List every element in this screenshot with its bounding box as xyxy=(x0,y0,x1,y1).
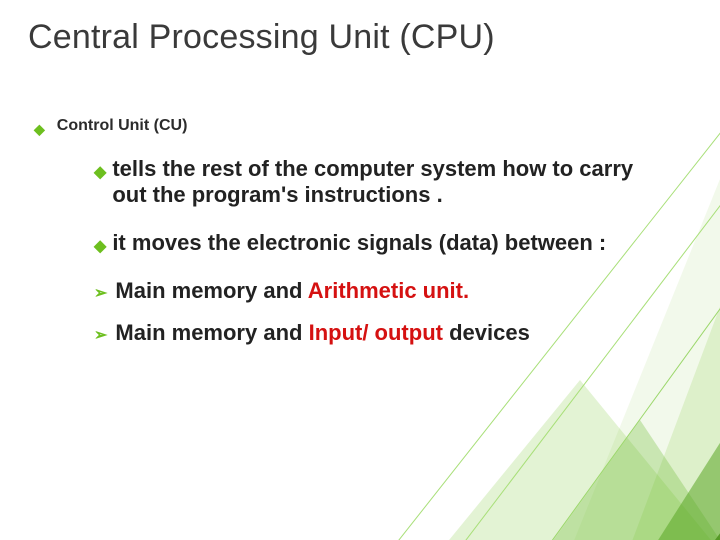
item4-mid: and xyxy=(263,320,308,345)
item3-prefix: Main memory xyxy=(115,278,257,303)
bullet-level2-item: ◆ it moves the electronic signals (data)… xyxy=(94,230,654,256)
diamond-bullet-icon: ◆ xyxy=(34,121,45,138)
item3-mid: and xyxy=(257,278,308,303)
item4-prefix: Main memory xyxy=(115,320,263,345)
chevron-bullet-icon: ➢ xyxy=(94,325,107,345)
item3-highlight: Arithmetic unit. xyxy=(308,278,469,303)
slide-title: Central Processing Unit (CPU) xyxy=(28,18,692,57)
slide-content: ◆ Control Unit (CU) ◆ tells the rest of … xyxy=(34,117,692,346)
chevron-bullet-icon: ➢ xyxy=(94,283,107,303)
item1-lead: tells xyxy=(112,156,156,181)
bullet-chevron-item: ➢ Main memory and Arithmetic unit. xyxy=(94,278,654,304)
bullet-level2-item: ◆ tells the rest of the computer system … xyxy=(94,156,654,208)
bullet-level1: ◆ Control Unit (CU) xyxy=(34,117,692,138)
item1-rest: the rest of the computer system how to c… xyxy=(112,156,633,207)
item4-highlight: Input/ output xyxy=(309,320,443,345)
bullet-chevron-item: ➢ Main memory and Input/ output devices xyxy=(94,320,654,346)
lvl1-label: Control Unit (CU) xyxy=(57,117,188,135)
item4-suffix: devices xyxy=(443,320,530,345)
item2-lead: it xyxy=(112,230,125,255)
item2-rest: moves the electronic signals (data) betw… xyxy=(126,230,606,255)
diamond-bullet-icon: ◆ xyxy=(94,236,106,256)
diamond-bullet-icon: ◆ xyxy=(94,162,106,182)
